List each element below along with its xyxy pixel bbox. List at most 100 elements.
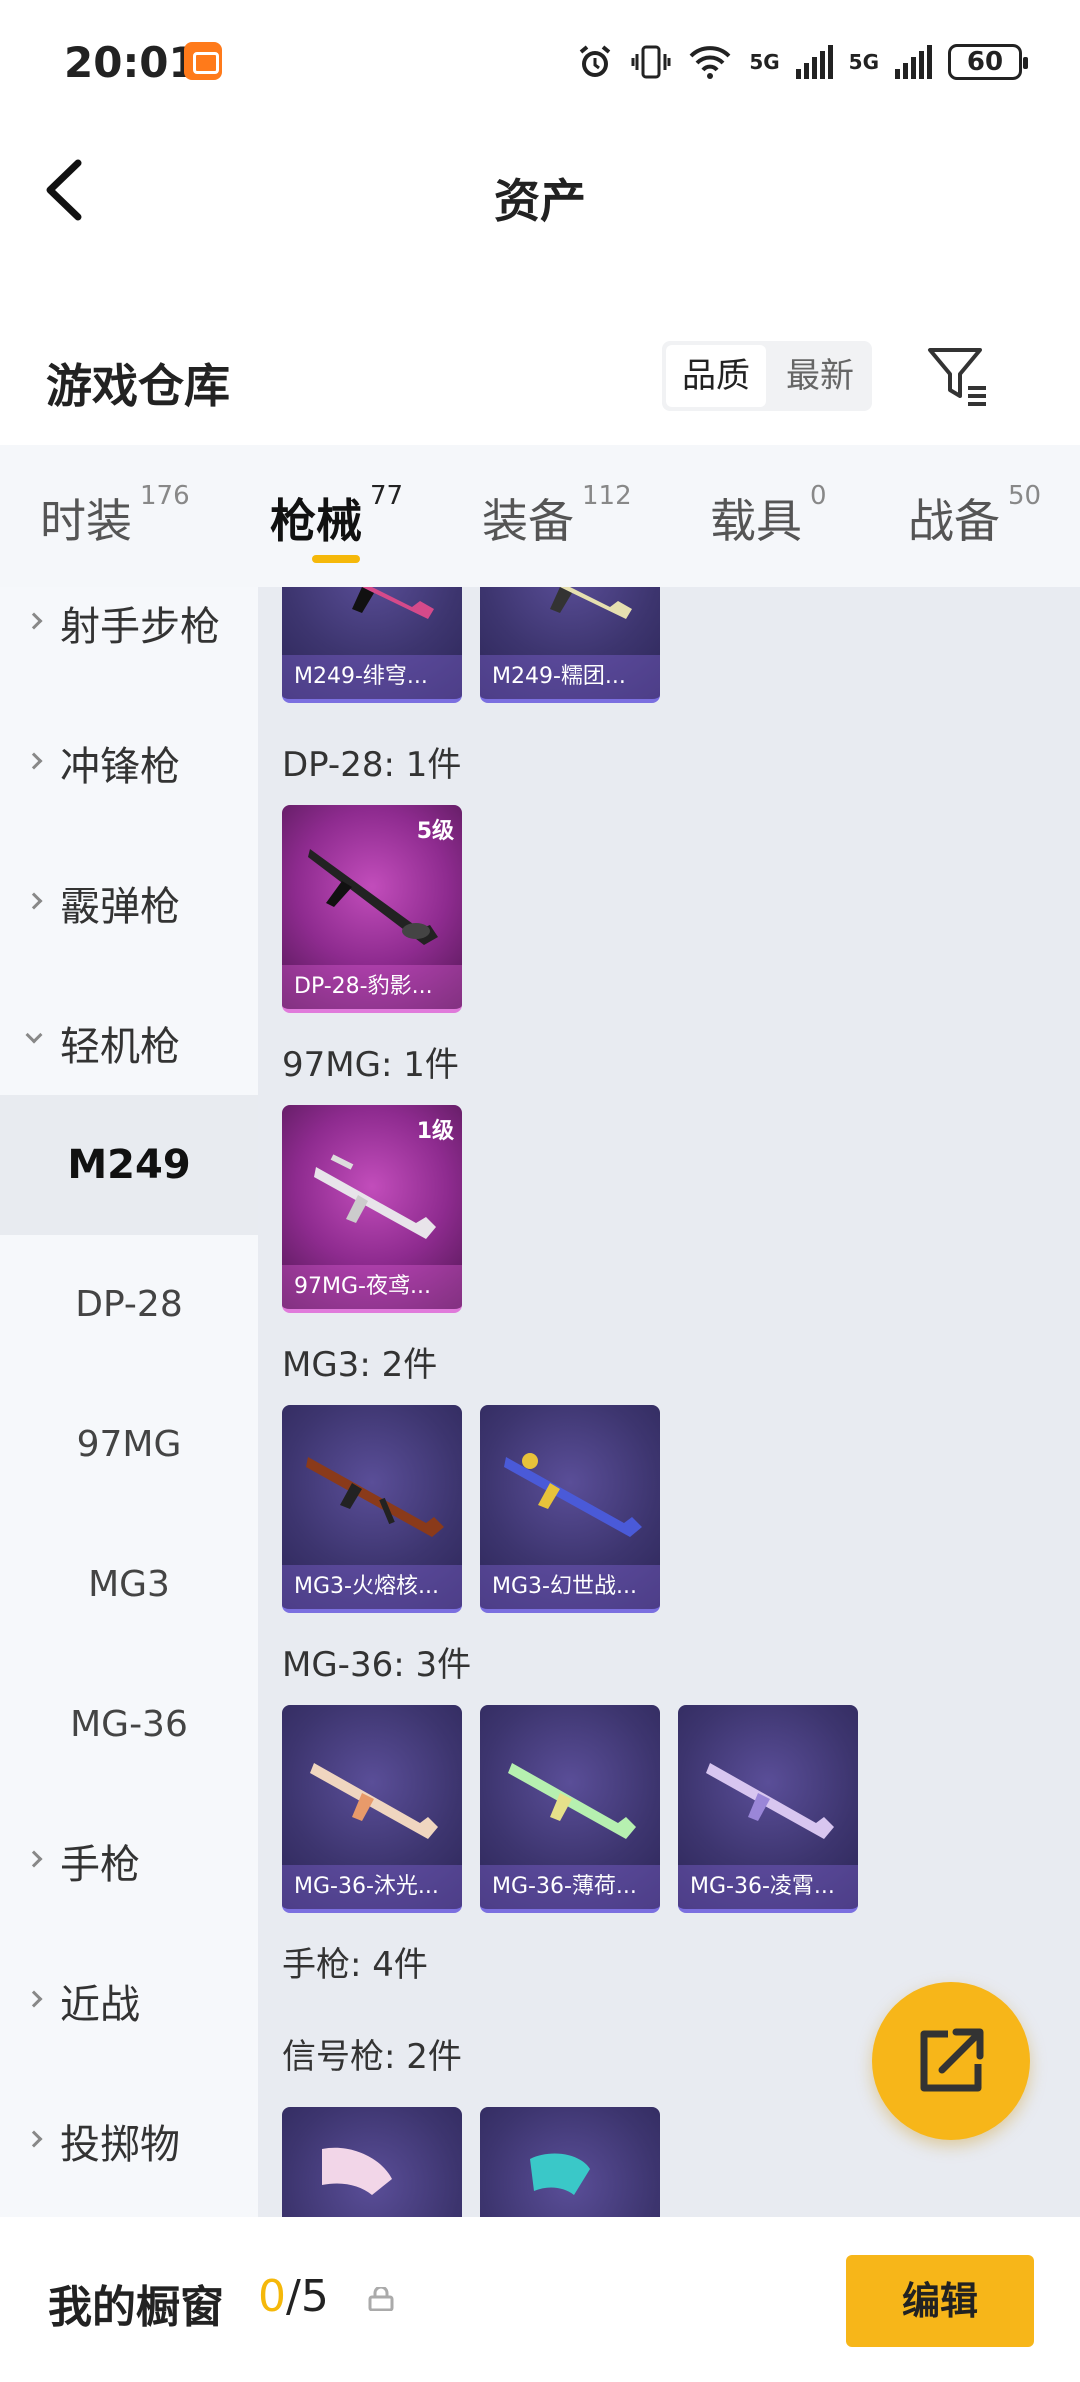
category-tabs: 时装 176 枪械 77 装备 112 载具 0 战备 50 xyxy=(0,445,1080,587)
chevron-right-icon xyxy=(25,1850,43,1868)
item-name: MG-36-沐光... xyxy=(282,1865,462,1909)
tab-count: 0 xyxy=(810,481,827,511)
sidebar-category-label: 手枪 xyxy=(60,1842,140,1888)
gun-icon xyxy=(530,2153,590,2195)
sidebar-category-pistol[interactable]: 手枪 xyxy=(0,1795,258,1935)
notification-app-icon xyxy=(184,42,222,80)
share-external-icon xyxy=(920,2028,984,2092)
filter-button[interactable] xyxy=(926,344,990,408)
tab-label: 时装 xyxy=(40,494,132,548)
sidebar-category-melee[interactable]: 近战 xyxy=(0,1935,258,2075)
sidebar-category-label: 投掷物 xyxy=(60,2122,180,2168)
status-bar: 20:01 5G 5G 60 xyxy=(0,0,1080,125)
item-name: 97MG-夜鸢... xyxy=(282,1265,462,1309)
sidebar-category-label: 霰弹枪 xyxy=(60,884,180,930)
item-card[interactable]: MG-36-薄荷... xyxy=(480,1705,660,1913)
item-card[interactable]: M249-绯穹... xyxy=(282,587,462,703)
tab-count: 50 xyxy=(1008,481,1042,511)
tab-supplies[interactable]: 战备 50 xyxy=(908,481,1041,548)
item-name: MG-36-凌霄... xyxy=(678,1865,858,1909)
sidebar-sub-mg3[interactable]: MG3 xyxy=(0,1515,258,1655)
vibrate-icon xyxy=(631,45,671,79)
item-card[interactable]: 1级 97MG-夜鸢... xyxy=(282,1105,462,1313)
sidebar-sub-mg36[interactable]: MG-36 xyxy=(0,1655,258,1795)
gun-icon xyxy=(314,1154,436,1239)
tab-fashion[interactable]: 时装 176 xyxy=(40,481,190,548)
sidebar: 射手步枪 冲锋枪 霰弹枪 轻机枪 M249 DP-28 97MG MG3 MG-… xyxy=(0,587,258,2217)
item-card[interactable]: MG-36-沐光... xyxy=(282,1705,462,1913)
signal-bars-1-icon xyxy=(795,45,833,79)
sidebar-category-throwable[interactable]: 投掷物 xyxy=(0,2075,258,2215)
chevron-right-icon xyxy=(25,1990,43,2008)
gun-icon xyxy=(508,1763,636,1839)
gun-icon xyxy=(550,587,632,619)
wifi-icon xyxy=(689,46,731,79)
status-time: 20:01 xyxy=(64,38,198,87)
tab-count: 176 xyxy=(140,481,190,511)
chevron-right-icon xyxy=(25,612,43,630)
edit-button[interactable]: 编辑 xyxy=(846,2255,1034,2347)
group-label: 97MG: 1件 xyxy=(282,1045,459,1085)
page-title: 资产 xyxy=(494,174,586,228)
tab-label: 枪械 xyxy=(270,494,362,548)
item-card[interactable]: MG3-幻世战... xyxy=(480,1405,660,1613)
sidebar-category-shotgun[interactable]: 霰弹枪 xyxy=(0,837,258,977)
sort-toggle: 品质 最新 xyxy=(662,341,872,411)
group-label: MG-36: 3件 xyxy=(282,1645,472,1685)
sort-latest-button[interactable]: 最新 xyxy=(770,341,870,411)
item-name: MG-36-薄荷... xyxy=(480,1865,660,1909)
group-label: MG3: 2件 xyxy=(282,1345,438,1385)
chevron-down-icon xyxy=(25,1026,43,1044)
tab-label: 载具 xyxy=(710,494,802,548)
item-card[interactable] xyxy=(282,2107,462,2217)
group-label: 手枪: 4件 xyxy=(282,1945,428,1985)
filter-icon xyxy=(928,348,986,406)
item-card[interactable]: MG3-火熔核... xyxy=(282,1405,462,1613)
share-button[interactable] xyxy=(872,1982,1030,2140)
section-header: 游戏仓库 品质 最新 xyxy=(0,330,1080,440)
item-name: M249-绯穹... xyxy=(282,655,462,699)
item-card[interactable]: MG-36-凌霄... xyxy=(678,1705,858,1913)
tab-guns[interactable]: 枪械 77 xyxy=(270,481,403,548)
chevron-right-icon xyxy=(25,2130,43,2148)
lock-icon xyxy=(368,2287,394,2311)
network-label-2: 5G xyxy=(848,50,879,74)
item-name: DP-28-豹影... xyxy=(282,965,462,1009)
sidebar-sub-97mg[interactable]: 97MG xyxy=(0,1375,258,1515)
gun-icon xyxy=(308,849,438,945)
active-tab-indicator xyxy=(312,555,360,563)
gun-icon xyxy=(306,1457,444,1537)
group-label: 信号枪: 2件 xyxy=(282,2037,462,2077)
tab-vehicles[interactable]: 载具 0 xyxy=(710,481,827,548)
showcase-count-current: 0 xyxy=(258,2271,286,2322)
item-card[interactable]: M249-糯团... xyxy=(480,587,660,703)
chevron-right-icon xyxy=(25,752,43,770)
sidebar-category-smg[interactable]: 冲锋枪 xyxy=(0,697,258,837)
item-card[interactable] xyxy=(480,2107,660,2217)
top-nav-bar: 资产 xyxy=(0,125,1080,255)
sidebar-sub-m249[interactable]: M249 xyxy=(0,1095,258,1235)
gun-icon xyxy=(352,587,434,619)
showcase-count: 0/5 xyxy=(258,2271,329,2322)
showcase-count-total: /5 xyxy=(286,2271,329,2322)
showcase-title: 我的橱窗 xyxy=(48,2282,224,2333)
signal-bars-2-icon xyxy=(895,45,932,79)
sort-quality-button[interactable]: 品质 xyxy=(666,345,766,407)
item-name: MG3-火熔核... xyxy=(282,1565,462,1609)
sidebar-category-marksman[interactable]: 射手步枪 xyxy=(0,587,258,697)
sidebar-category-label: 近战 xyxy=(60,1982,140,2028)
tab-count: 77 xyxy=(370,481,404,511)
network-label-1: 5G xyxy=(749,50,780,74)
battery-icon: 60 xyxy=(948,44,1028,80)
gun-icon xyxy=(706,1763,834,1839)
sidebar-sub-dp28[interactable]: DP-28 xyxy=(0,1235,258,1375)
gun-icon xyxy=(504,1453,642,1537)
item-name: MG3-幻世战... xyxy=(480,1565,660,1609)
item-card[interactable]: 5级 DP-28-豹影... xyxy=(282,805,462,1013)
tab-label: 战备 xyxy=(908,494,1000,548)
tab-equipment[interactable]: 装备 112 xyxy=(482,481,632,548)
section-title: 游戏仓库 xyxy=(46,359,230,413)
item-grid: M249-绯穹... M249-糯团... DP-28: 1件 5级 DP-28… xyxy=(258,587,1080,2217)
main-body: 射手步枪 冲锋枪 霰弹枪 轻机枪 M249 DP-28 97MG MG3 MG-… xyxy=(0,587,1080,2217)
chevron-right-icon xyxy=(25,892,43,910)
